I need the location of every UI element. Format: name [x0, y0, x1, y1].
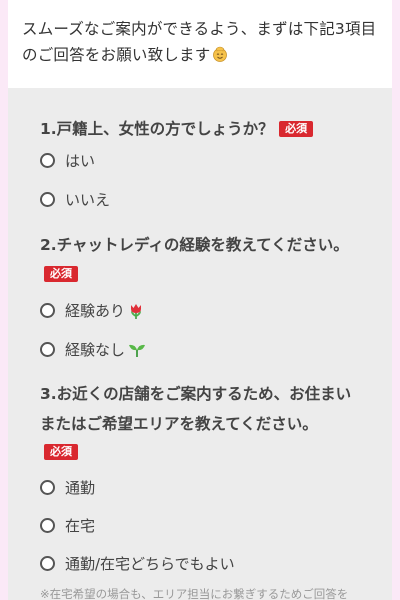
option-q1-yes[interactable]: はい: [40, 150, 95, 171]
question-3-title-line1: 3.お近くの店舗をご案内するため、お住まい: [40, 379, 351, 409]
option-label: 通勤: [65, 479, 96, 497]
option-label: 経験あり: [65, 302, 126, 320]
question-2-text: 2.チャットレディの経験を教えてください。: [40, 236, 349, 254]
option-q3-commute[interactable]: 通勤: [40, 477, 95, 498]
intro-section: スムーズなご案内ができるよう、まずは下記3項目のご回答をお願い致します: [8, 0, 392, 88]
smiling-face-icon: [213, 46, 228, 62]
option-label: いいえ: [65, 191, 111, 209]
radio-button[interactable]: [40, 192, 55, 207]
question-3-text-1: 3.お近くの店舗をご案内するため、お住まい: [40, 385, 352, 403]
tulip-icon: [131, 303, 142, 319]
option-label: はい: [65, 152, 96, 170]
option-q1-no[interactable]: いいえ: [40, 189, 110, 210]
option-q2-experienced[interactable]: 経験あり: [40, 300, 144, 321]
radio-button[interactable]: [40, 342, 55, 357]
intro-text-content: スムーズなご案内ができるよう、まずは下記3項目のご回答をお願い致します: [22, 20, 377, 64]
option-q3-home[interactable]: 在宅: [40, 515, 95, 536]
option-label: 経験なし: [65, 341, 126, 359]
intro-text: スムーズなご案内ができるよう、まずは下記3項目のご回答をお願い致します: [22, 16, 382, 68]
option-q3-either[interactable]: 通勤/在宅どちらでもよい: [40, 553, 235, 574]
radio-button[interactable]: [40, 303, 55, 318]
radio-button[interactable]: [40, 556, 55, 571]
form-frame: スムーズなご案内ができるよう、まずは下記3項目のご回答をお願い致します 1.戸籍…: [8, 0, 392, 600]
option-label: 在宅: [65, 517, 96, 535]
required-badge: 必須: [44, 444, 78, 460]
question-3-text-2: またはご希望エリアを教えてください。: [40, 415, 318, 433]
seedling-icon: [129, 344, 146, 357]
question-1-title: 1.戸籍上、女性の方でしょうか？ 必須: [40, 114, 314, 144]
question-3-title-line2: またはご希望エリアを教えてください。: [40, 409, 318, 439]
question-panel: 1.戸籍上、女性の方でしょうか？ 必須 はい いいえ 2.チャットレディの経験を…: [8, 88, 392, 600]
question-2-title: 2.チャットレディの経験を教えてください。: [40, 230, 349, 260]
radio-button[interactable]: [40, 480, 55, 495]
radio-button[interactable]: [40, 153, 55, 168]
question-1-text: 1.戸籍上、女性の方でしょうか？: [40, 120, 274, 138]
option-label: 通勤/在宅どちらでもよい: [65, 555, 235, 573]
required-badge: 必須: [279, 121, 314, 137]
footnote-text: ※在宅希望の場合も、エリア担当にお繋ぎするためご回答を: [40, 587, 349, 600]
option-q2-inexperienced[interactable]: 経験なし: [40, 339, 146, 360]
radio-button[interactable]: [40, 518, 55, 533]
required-badge: 必須: [44, 266, 78, 282]
